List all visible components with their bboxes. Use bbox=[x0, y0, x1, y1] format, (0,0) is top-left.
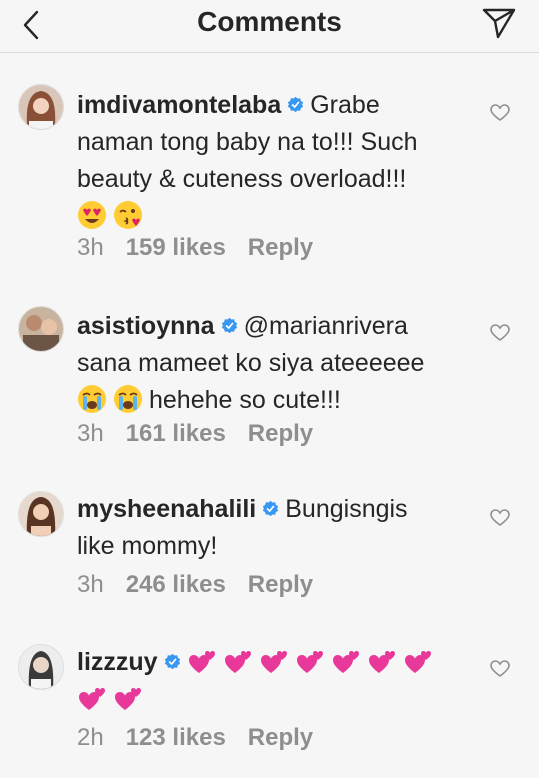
comment-line: Grabe bbox=[310, 91, 380, 119]
comment-meta: 3h 246 likes Reply bbox=[77, 571, 335, 599]
two-hearts-emoji bbox=[188, 651, 215, 673]
avatar[interactable] bbox=[18, 491, 64, 537]
comment-likes[interactable]: 246 likes bbox=[126, 571, 226, 598]
comment-line: hehehe so cute!!! bbox=[149, 386, 341, 414]
comment-line: naman tong baby na to!!! Such bbox=[77, 128, 418, 156]
comment-meta: 3h 161 likes Reply bbox=[77, 420, 335, 448]
comment-likes[interactable]: 123 likes bbox=[126, 724, 226, 751]
two-hearts-emoji bbox=[224, 651, 251, 673]
comment-line: like mommy! bbox=[77, 532, 218, 560]
page-title: Comments bbox=[197, 6, 342, 37]
comment-line: beauty & cuteness overload!!! bbox=[77, 165, 407, 193]
two-hearts-emoji bbox=[79, 688, 105, 710]
two-hearts-emoji bbox=[404, 651, 431, 673]
like-heart-icon[interactable] bbox=[490, 324, 510, 342]
avatar[interactable] bbox=[18, 306, 64, 352]
hearts-row bbox=[77, 685, 149, 713]
comment-meta: 2h 123 likes Reply bbox=[77, 724, 335, 752]
comment-text: asistioynna @marianrivera sana mameet ko … bbox=[77, 308, 469, 419]
heart-eyes-emoji bbox=[78, 201, 106, 229]
reply-button[interactable]: Reply bbox=[248, 234, 313, 261]
comment-username[interactable]: asistioynna bbox=[77, 312, 215, 340]
comment-meta: 3h 159 likes Reply bbox=[77, 234, 335, 262]
verified-icon bbox=[221, 317, 237, 334]
like-heart-icon[interactable] bbox=[490, 660, 510, 678]
comment-line: sana mameet ko siya ateeeeee bbox=[77, 349, 425, 377]
avatar[interactable] bbox=[18, 644, 64, 690]
hearts-row bbox=[187, 648, 439, 676]
header-bar: Comments bbox=[0, 0, 539, 53]
two-hearts-emoji bbox=[368, 651, 395, 673]
comment-likes[interactable]: 159 likes bbox=[126, 234, 226, 261]
reply-button[interactable]: Reply bbox=[248, 571, 313, 598]
verified-icon bbox=[164, 653, 180, 670]
like-heart-icon[interactable] bbox=[490, 104, 510, 122]
comment-text: mysheenahalili Bungisngis like mommy! bbox=[77, 491, 469, 565]
comment-time: 3h bbox=[77, 420, 104, 447]
send-icon[interactable] bbox=[481, 6, 517, 40]
two-hearts-emoji bbox=[332, 651, 359, 673]
comment-time: 3h bbox=[77, 571, 104, 598]
verified-icon bbox=[263, 500, 279, 517]
comment-time: 2h bbox=[77, 724, 104, 751]
comment-likes[interactable]: 161 likes bbox=[126, 420, 226, 447]
verified-icon bbox=[288, 96, 304, 113]
reply-button[interactable]: Reply bbox=[248, 724, 313, 751]
mention-link[interactable]: @marianrivera bbox=[244, 312, 408, 340]
avatar[interactable] bbox=[18, 84, 64, 130]
crying-face-emoji bbox=[114, 385, 142, 413]
like-heart-icon[interactable] bbox=[490, 509, 510, 527]
reply-button[interactable]: Reply bbox=[248, 420, 313, 447]
comment-username[interactable]: lizzzuy bbox=[77, 648, 158, 676]
two-hearts-emoji bbox=[260, 651, 287, 673]
kissing-face-emoji bbox=[114, 201, 142, 229]
comment-time: 3h bbox=[77, 234, 104, 261]
comment-line: Bungisngis bbox=[285, 495, 408, 523]
two-hearts-emoji bbox=[296, 651, 323, 673]
two-hearts-emoji bbox=[115, 688, 141, 710]
comment-text: lizzzuy bbox=[77, 644, 469, 718]
comment-text: imdivamontelaba Grabe naman tong baby na … bbox=[77, 87, 469, 235]
comment-username[interactable]: imdivamontelaba bbox=[77, 91, 281, 119]
crying-face-emoji bbox=[78, 385, 106, 413]
comment-username[interactable]: mysheenahalili bbox=[77, 495, 256, 523]
